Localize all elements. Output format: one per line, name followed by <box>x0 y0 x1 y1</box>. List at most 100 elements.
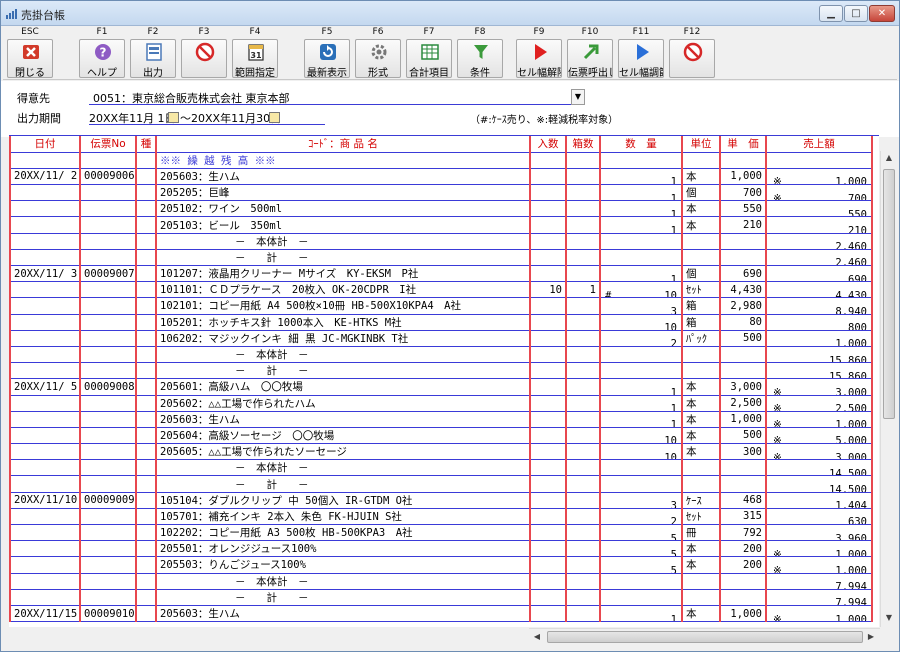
fkey-label: ESC <box>21 27 39 37</box>
subtotal-row[interactable]: － 本体計 － 7,994 <box>9 573 873 590</box>
fkey-f1[interactable]: F1? ヘルプ <box>77 27 127 79</box>
vertical-scrollbar[interactable]: ▲ ▼ <box>880 151 897 627</box>
scroll-right-icon[interactable]: ▶ <box>863 632 879 641</box>
table-row[interactable]: 20XX/11/15 00009010 205603：生ハム 1 本 1,000 ※ 1,00… <box>9 605 873 623</box>
cell-per-box <box>529 556 566 574</box>
fkey-button[interactable]: 閉じる <box>7 39 53 79</box>
calendar-from-icon[interactable] <box>168 112 179 123</box>
table-row[interactable]: 101101：ＣＤプラケース 20枚入 OK-20CDPR I社 10 1 #10 ｾｯ… <box>9 281 873 299</box>
table-row[interactable]: 205102：ワイン 500ml 1 本 550 550 <box>9 200 873 218</box>
fkey-f10[interactable]: F10 伝票呼出し <box>565 27 615 79</box>
fkey-esc[interactable]: ESC 閉じる <box>5 27 55 79</box>
cell-amount: 4,430 <box>765 281 873 299</box>
table-row[interactable]: 205603：生ハム 1 本 1,000 ※ 1,000 <box>9 411 873 428</box>
cell-per-box <box>529 184 566 202</box>
fkey-button[interactable]: 31 範囲指定 <box>232 39 278 79</box>
table-row[interactable]: 105701：補充インキ 2本入 朱色 FK-HJUIN S社 2 ｾｯﾄ 315 63… <box>9 508 873 526</box>
fkey-f6[interactable]: F6 形式 <box>353 27 403 79</box>
table-row[interactable]: 205605：△△工場で作られたソーセージ 10 本 300 ※ 3,000 <box>9 443 873 461</box>
header-unit-price[interactable]: 単 価 <box>719 136 766 153</box>
table-row[interactable]: 205205：巨峰 1 個 700 ※ 700 <box>9 184 873 202</box>
fkey-button[interactable]: 形式 <box>355 39 401 79</box>
subtotal-row[interactable]: － 計 － 14,500 <box>9 475 873 493</box>
cell-unit: 箱 <box>681 297 720 315</box>
subtotal-row[interactable]: － 本体計 － 14,500 <box>9 459 873 477</box>
period-from-input[interactable]: 20XX年11月 1日 <box>89 110 176 126</box>
subtotal-row[interactable]: － 計 － 2,460 <box>9 249 873 267</box>
table-row[interactable]: 106202：マジックインキ 細 黒 JC-MGKINBK T社 2 ﾊﾟｯｸ 500… <box>9 330 873 347</box>
table-row[interactable]: 20XX/11/ 2 00009006 205603：生ハム 1 本 1,000 ※ 1,00… <box>9 168 873 186</box>
fkey-button[interactable]: セル幅解除 <box>516 39 562 79</box>
fkey-button[interactable]: 合計項目 <box>406 39 452 79</box>
fkey-f4[interactable]: F4 31 範囲指定 <box>230 27 280 79</box>
horizontal-scroll-thumb[interactable] <box>547 631 863 643</box>
fkey-button[interactable]: 伝票呼出し <box>567 39 613 79</box>
minimize-button[interactable]: ▁ <box>819 5 843 22</box>
fkey-button-disabled[interactable] <box>669 39 715 78</box>
fkey-button[interactable]: 最新表示 <box>304 39 350 79</box>
table-row[interactable]: 105201：ホッチキス針 1000本入 KE-HTKS M社 10 箱 80 800 <box>9 314 873 331</box>
cell-amount: 690 <box>765 265 873 283</box>
cell-amount: 550 <box>765 200 873 218</box>
period-to-input[interactable]: 20XX年11月30日 <box>191 110 281 126</box>
subtotal-row[interactable]: － 本体計 － 15,860 <box>9 346 873 364</box>
fkey-button-disabled[interactable] <box>181 39 227 78</box>
fkey-label: F9 <box>533 27 545 37</box>
maximize-button[interactable]: □ <box>844 5 868 22</box>
vertical-scroll-thumb[interactable] <box>883 169 895 419</box>
table-row[interactable]: 20XX/11/ 3 00009007 101207：液晶用クリーナー Mサイズ K… <box>9 265 873 283</box>
amount-value: 8,940 <box>835 305 867 315</box>
header-type[interactable]: 種 <box>135 136 156 153</box>
fkey-f9[interactable]: F9 セル幅解除 <box>514 27 564 79</box>
scroll-left-icon[interactable]: ◀ <box>529 632 545 641</box>
table-row[interactable]: 205501：オレンジジュース100% 5 本 200 ※ 1,000 <box>9 540 873 558</box>
table-row[interactable]: 20XX/11/10 00009009 105104：ダブルクリップ 中 50個入 … <box>9 492 873 509</box>
header-amount[interactable]: 売上額 <box>765 136 873 153</box>
customer-select[interactable]: 0051：東京総合販売株式会社 東京本部 ▼ <box>89 89 585 105</box>
window-close-button[interactable]: ✕ <box>869 5 895 22</box>
reduced-tax-mark: ※ <box>773 613 782 622</box>
table-row[interactable]: 205103：ビール 350ml 1 本 210 210 <box>9 216 873 234</box>
fkey-f2[interactable]: F2 出力 <box>128 27 178 79</box>
cell-date <box>9 346 80 364</box>
horizontal-scrollbar[interactable]: ◀ ▶ <box>529 628 880 645</box>
header-item[interactable]: ｺｰﾄﾞ：商 品 名 <box>155 136 530 153</box>
calendar-to-icon[interactable] <box>269 112 280 123</box>
cell-per-box <box>529 508 566 526</box>
cell-quantity: 5 <box>599 524 682 542</box>
chevron-down-icon[interactable]: ▼ <box>571 89 585 105</box>
header-unit[interactable]: 単位 <box>681 136 720 153</box>
header-slip-no[interactable]: 伝票No <box>79 136 136 153</box>
carry-forward-row[interactable]: ※※ 繰 越 残 高 ※※ <box>9 152 873 169</box>
header-date[interactable]: 日付 <box>9 136 80 153</box>
fkey-button[interactable]: ? ヘルプ <box>79 39 125 79</box>
table-row[interactable]: 205602：△△工場で作られたハム 1 本 2,500 ※ 2,500 <box>9 395 873 412</box>
table-row[interactable]: 102202：コピー用紙 A3 500枚 HB-500KPA3 A社 5 冊 792 3… <box>9 524 873 542</box>
table-row[interactable]: 205503：りんごジュース100% 5 本 200 ※ 1,000 <box>9 556 873 574</box>
table-row[interactable]: 20XX/11/ 5 00009008 205601：高級ハム 〇〇牧場 1 本 3,00… <box>9 378 873 396</box>
scroll-up-icon[interactable]: ▲ <box>881 153 897 162</box>
fkey-f12[interactable]: F12 <box>667 27 717 79</box>
subtotal-row[interactable]: － 本体計 － 2,460 <box>9 233 873 250</box>
cell-slip-no <box>79 524 136 542</box>
table-row[interactable]: 102101：コピー用紙 A4 500枚×10冊 HB-500X10KPA4 A… <box>9 297 873 315</box>
fkey-f5[interactable]: F5 最新表示 <box>302 27 352 79</box>
table-row[interactable]: 205604：高級ソーセージ 〇〇牧場 10 本 500 ※ 5,000 <box>9 427 873 445</box>
fkey-f11[interactable]: F11 セル幅調節 <box>616 27 666 79</box>
fkey-name: セル幅調節 <box>619 68 663 79</box>
header-quantity[interactable]: 数 量 <box>599 136 682 153</box>
scroll-down-icon[interactable]: ▼ <box>881 613 897 622</box>
fkey-button[interactable]: 出力 <box>130 39 176 79</box>
header-per-box[interactable]: 入数 <box>529 136 566 153</box>
header-boxes[interactable]: 箱数 <box>565 136 600 153</box>
cell-quantity <box>599 362 682 380</box>
cell-item: 205604：高級ソーセージ 〇〇牧場 <box>155 427 530 445</box>
fkey-f3[interactable]: F3 <box>179 27 229 79</box>
fkey-button[interactable]: セル幅調節 <box>618 39 664 79</box>
case-mark: # <box>605 289 612 298</box>
subtotal-row[interactable]: － 計 － 7,994 <box>9 589 873 606</box>
fkey-f8[interactable]: F8 条件 <box>455 27 505 79</box>
fkey-f7[interactable]: F7 合計項目 <box>404 27 454 79</box>
fkey-button[interactable]: 条件 <box>457 39 503 79</box>
subtotal-row[interactable]: － 計 － 15,860 <box>9 362 873 380</box>
